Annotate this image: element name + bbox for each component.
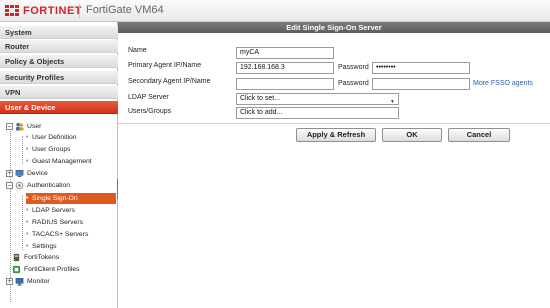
chevron-down-icon: ▼ (390, 99, 395, 105)
name-input[interactable]: myCA (236, 47, 334, 59)
ldap-server-label: LDAP Server (128, 94, 169, 101)
edit-sso-panel: Edit Single Sign-On Server Name myCA Pri… (118, 22, 550, 308)
ldap-server-value: Click to set... (240, 95, 281, 102)
tree-line (22, 136, 23, 164)
brand-name: FORTINET (23, 5, 82, 17)
authentication-icon (15, 181, 24, 190)
authentication-collapse-toggle[interactable]: − (6, 182, 13, 189)
nav-user-device[interactable]: User & Device (0, 101, 118, 114)
users-groups-label: Users/Groups (128, 108, 172, 115)
nav-security-profiles[interactable]: Security Profiles (0, 71, 118, 84)
tree-item-guest-management[interactable]: • Guest Management (26, 156, 92, 167)
secondary-password-input[interactable] (372, 78, 470, 90)
app-header: FORTINET FortiGate VM64 (0, 0, 550, 22)
tree-item-label: Single Sign-On (32, 195, 78, 202)
form-divider (118, 123, 550, 124)
secondary-password-label: Password (338, 80, 369, 87)
tree-line (10, 131, 11, 302)
tree-item-label: Settings (32, 243, 57, 250)
nav-router[interactable]: Router (0, 40, 118, 53)
tree-item-fortitokens[interactable]: FortiTokens (24, 252, 59, 263)
fortinet-logo-mark-icon (5, 5, 21, 16)
cancel-button[interactable]: Cancel (448, 128, 510, 142)
tree-item-authentication[interactable]: Authentication (27, 180, 70, 191)
user-collapse-toggle[interactable]: − (6, 123, 13, 130)
tree-item-label: RADIUS Servers (32, 219, 83, 226)
name-label: Name (128, 47, 147, 54)
primary-password-input[interactable]: •••••••• (372, 62, 470, 74)
nav-policy-objects[interactable]: Policy & Objects (0, 55, 118, 68)
forticlient-icon (12, 265, 21, 274)
more-fsso-agents-link[interactable]: More FSSO agents (473, 80, 533, 87)
tree-item-label: User Groups (32, 146, 71, 153)
tree-item-label: TACACS+ Servers (32, 231, 89, 238)
panel-title: Edit Single Sign-On Server (118, 22, 550, 33)
monitor-expand-toggle[interactable]: + (6, 278, 13, 285)
header-divider (79, 4, 80, 18)
tree-item-label: Guest Management (32, 158, 92, 165)
tree-item-forticlient-profiles[interactable]: FortiClient Profiles (24, 264, 80, 275)
tree-item-settings[interactable]: • Settings (26, 241, 57, 252)
apply-refresh-button[interactable]: Apply & Refresh (296, 128, 376, 142)
tree-item-single-sign-on[interactable]: • Single Sign-On (26, 193, 78, 204)
product-name: FortiGate VM64 (86, 4, 164, 16)
fortinet-logo: FORTINET (4, 3, 82, 17)
user-group-icon (15, 122, 24, 131)
tree-item-ldap-servers[interactable]: • LDAP Servers (26, 205, 75, 216)
tree-item-user[interactable]: User (27, 121, 41, 132)
sidebar: System Router Policy & Objects Security … (0, 22, 118, 308)
secondary-agent-input[interactable] (236, 78, 334, 90)
tree-item-label: LDAP Servers (32, 207, 75, 214)
tree-item-user-definition[interactable]: • User Definition (26, 132, 77, 143)
device-expand-toggle[interactable]: + (6, 170, 13, 177)
tree-item-monitor[interactable]: Monitor (27, 276, 50, 287)
ldap-server-select[interactable]: Click to set... ▼ (236, 93, 399, 105)
nav-vpn[interactable]: VPN (0, 86, 118, 99)
secondary-agent-label: Secondary Agent IP/Name (128, 78, 211, 85)
tree-item-radius-servers[interactable]: • RADIUS Servers (26, 217, 83, 228)
nav-system[interactable]: System (0, 26, 118, 39)
users-groups-input[interactable]: Click to add... (236, 107, 399, 119)
primary-agent-label: Primary Agent IP/Name (128, 62, 202, 69)
tree-line (22, 195, 23, 250)
tree-item-label: User Definition (32, 134, 77, 141)
device-icon (15, 170, 24, 178)
tree-item-device[interactable]: Device (27, 168, 48, 179)
fortitoken-icon (13, 253, 20, 262)
tree-item-tacacs-servers[interactable]: • TACACS+ Servers (26, 229, 88, 240)
tree-item-user-groups[interactable]: • User Groups (26, 144, 71, 155)
primary-password-label: Password (338, 64, 369, 71)
monitor-icon (15, 278, 24, 286)
primary-agent-input[interactable]: 192.168.168.3 (236, 62, 334, 74)
ok-button[interactable]: OK (382, 128, 442, 142)
